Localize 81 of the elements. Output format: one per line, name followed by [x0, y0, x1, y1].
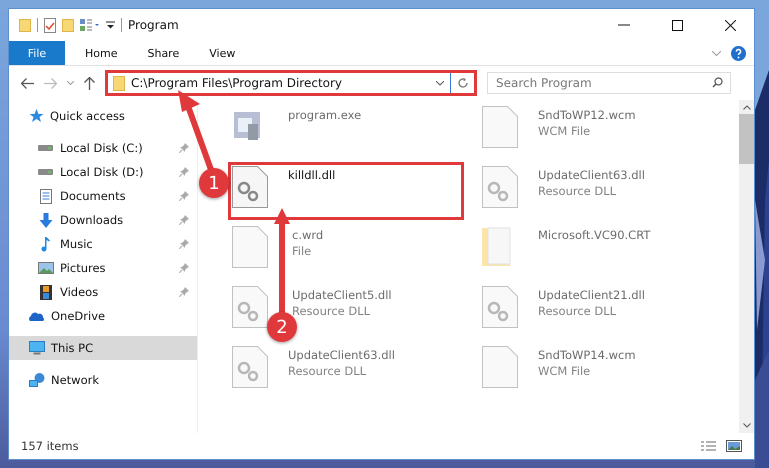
- pin-icon[interactable]: [179, 215, 189, 225]
- download-icon: [38, 212, 52, 228]
- pin-icon[interactable]: [179, 143, 189, 153]
- details-view-icon[interactable]: [701, 441, 716, 451]
- up-icon[interactable]: [84, 76, 95, 90]
- search-field[interactable]: Search Program: [487, 72, 731, 94]
- pin-icon[interactable]: [179, 263, 189, 273]
- file-icon: [232, 226, 268, 268]
- scrollbar[interactable]: [739, 100, 754, 433]
- drive-icon: [38, 145, 53, 151]
- file-tab[interactable]: File: [9, 41, 65, 65]
- pin-icon[interactable]: [179, 191, 189, 201]
- file-type: WCM File: [538, 124, 592, 138]
- large-icons-view-icon[interactable]: [726, 440, 742, 452]
- document-icon: [40, 188, 52, 204]
- file-item[interactable]: killdll.dll: [228, 162, 464, 220]
- refresh-icon[interactable]: [457, 77, 469, 89]
- pin-icon[interactable]: [179, 287, 189, 297]
- address-field[interactable]: C:\Program Files\Program Directory: [105, 70, 477, 96]
- dropdown-icon[interactable]: [106, 21, 115, 29]
- minimize-icon[interactable]: [618, 24, 630, 26]
- gear-file-icon: [482, 286, 518, 328]
- scroll-down-icon[interactable]: [742, 423, 750, 428]
- picture-icon: [38, 262, 54, 274]
- file-type: File: [292, 244, 312, 258]
- file-name: SndToWP14.wcm: [538, 348, 636, 362]
- file-type: Resource DLL: [538, 304, 618, 318]
- folder-icon: [113, 76, 125, 90]
- file-icon: [482, 346, 518, 388]
- file-name: UpdateClient5.dll: [292, 288, 392, 302]
- nav-item[interactable]: Documents: [9, 184, 197, 208]
- network-icon: [29, 373, 45, 387]
- file-type: WCM File: [538, 364, 592, 378]
- star-icon: [29, 109, 44, 123]
- scroll-up-icon[interactable]: [742, 105, 750, 110]
- gear-file-icon: [482, 166, 518, 208]
- file-name: UpdateClient21.dll: [538, 288, 645, 302]
- chevron-icon[interactable]: [436, 80, 444, 86]
- properties-icon[interactable]: [44, 18, 56, 32]
- gear-file-icon: [232, 166, 268, 208]
- file-name: killdll.dll: [288, 168, 336, 182]
- pin-icon[interactable]: [179, 239, 189, 249]
- file-name: UpdateClient63.dll: [538, 168, 645, 182]
- scroll-thumb[interactable]: [739, 114, 754, 164]
- window-title: Program: [128, 18, 179, 32]
- cloud-icon: [29, 312, 45, 320]
- item-count: 157 items: [21, 439, 79, 453]
- nav-item[interactable]: Network: [9, 368, 197, 392]
- music-note-icon: [41, 236, 50, 252]
- ribbon-tab[interactable]: Home: [75, 46, 128, 60]
- file-name: UpdateClient63.dll: [288, 348, 395, 362]
- monitor-icon: [29, 341, 45, 355]
- file-name: SndToWP12.wcm: [538, 108, 636, 122]
- layout-icon[interactable]: [80, 19, 100, 31]
- file-type: Resource DLL: [538, 184, 618, 198]
- nav-item[interactable]: OneDrive: [9, 304, 197, 328]
- nav-item[interactable]: Downloads: [9, 208, 197, 232]
- nav-item[interactable]: Music: [9, 232, 197, 256]
- gear-file-icon: [232, 286, 268, 328]
- file-type: Resource DLL: [288, 364, 368, 378]
- close-icon[interactable]: [725, 20, 736, 30]
- search-icon[interactable]: [712, 77, 723, 88]
- file-name: program.exe: [288, 108, 362, 122]
- gear-file-icon: [232, 346, 268, 388]
- maximize-icon[interactable]: [672, 20, 683, 30]
- drive-icon: [38, 169, 53, 175]
- nav-item[interactable]: Pictures: [9, 256, 197, 280]
- film-icon: [40, 284, 52, 300]
- file-name: c.wrd: [292, 228, 324, 242]
- nav-item[interactable]: Local Disk (C:): [9, 136, 197, 160]
- file-icon: [482, 106, 518, 148]
- file-name: Microsoft.VC90.CRT: [538, 228, 650, 242]
- nav-item[interactable]: Videos: [9, 280, 197, 304]
- back-icon[interactable]: [21, 78, 34, 88]
- ribbon-tab[interactable]: Share: [137, 46, 190, 60]
- nav-item[interactable]: Quick access: [9, 104, 197, 128]
- ribbon-tab[interactable]: View: [199, 46, 246, 60]
- nav-item[interactable]: This PC: [9, 336, 197, 360]
- nav-item[interactable]: Local Disk (D:): [9, 160, 197, 184]
- pin-icon[interactable]: [179, 167, 189, 177]
- help-icon[interactable]: [731, 46, 746, 60]
